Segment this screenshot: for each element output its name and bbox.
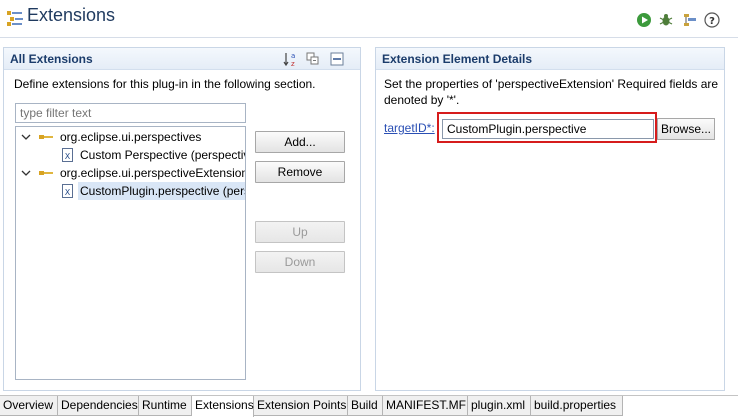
tab-dependencies[interactable]: Dependencies	[58, 396, 139, 416]
editor-tabs: Overview Dependencies Runtime Extensions…	[0, 395, 738, 420]
collapse-icon[interactable]	[305, 51, 321, 67]
details-description-line2: denoted by '*'.	[384, 93, 460, 107]
section-title: All Extensions	[10, 52, 93, 66]
header-divider	[0, 37, 738, 38]
svg-text:a: a	[291, 52, 295, 60]
extension-element-details-section: Extension Element Details Set the proper…	[375, 47, 725, 391]
help-icon[interactable]: ?	[704, 12, 720, 28]
extension-point-icon	[39, 171, 53, 175]
tab-extensions[interactable]: Extensions	[192, 396, 254, 417]
browse-button[interactable]: Browse...	[657, 118, 715, 140]
run-icon[interactable]	[636, 12, 652, 28]
tree-item-perspectives[interactable]: org.eclipse.ui.perspectives	[16, 128, 245, 146]
details-description-line1: Set the properties of 'perspectiveExtens…	[384, 77, 719, 91]
tab-overview[interactable]: Overview	[0, 396, 58, 416]
minimize-icon[interactable]	[330, 52, 344, 66]
export-icon[interactable]	[682, 12, 698, 28]
extensions-tree[interactable]: org.eclipse.ui.perspectives X Custom Per…	[15, 126, 246, 380]
sort-alphabetically-icon[interactable]: a z	[283, 51, 299, 67]
svg-text:X: X	[65, 188, 71, 197]
svg-text:X: X	[65, 152, 71, 161]
tree-item-label: org.eclipse.ui.perspectives	[60, 130, 202, 144]
target-id-link[interactable]: targetID*:	[384, 121, 435, 135]
tree-item-label: CustomPlugin.perspective (pers	[78, 182, 245, 200]
down-button[interactable]: Down	[255, 251, 345, 273]
tab-plugin-xml[interactable]: plugin.xml	[468, 396, 531, 416]
tab-manifest[interactable]: MANIFEST.MF	[383, 396, 468, 416]
all-extensions-header: All Extensions a z	[4, 48, 360, 70]
tree-item-perspective-extensions[interactable]: org.eclipse.ui.perspectiveExtensions	[16, 164, 245, 182]
element-icon: X	[62, 184, 73, 198]
page-title: Extensions	[27, 5, 116, 25]
tab-build[interactable]: Build	[348, 396, 383, 416]
tab-build-properties[interactable]: build.properties	[531, 396, 623, 416]
tree-item-label: org.eclipse.ui.perspectiveExtensions	[60, 166, 246, 180]
tree-item-customplugin-perspective[interactable]: X CustomPlugin.perspective (pers	[16, 182, 245, 200]
editor-header: Extensions ?	[0, 0, 738, 38]
remove-button[interactable]: Remove	[255, 161, 345, 183]
details-header: Extension Element Details	[376, 48, 724, 70]
chevron-down-icon[interactable]	[21, 132, 31, 142]
filter-input[interactable]	[15, 103, 246, 123]
debug-icon[interactable]	[658, 12, 674, 28]
up-button[interactable]: Up	[255, 221, 345, 243]
tree-item-custom-perspective[interactable]: X Custom Perspective (perspectiv	[16, 146, 245, 164]
svg-text:z: z	[291, 60, 295, 67]
chevron-down-icon[interactable]	[21, 168, 31, 178]
tree-item-label: Custom Perspective (perspectiv	[80, 148, 246, 162]
extensions-icon	[7, 11, 23, 26]
extension-point-icon	[39, 135, 53, 139]
tab-runtime[interactable]: Runtime	[139, 396, 192, 416]
add-button[interactable]: Add...	[255, 131, 345, 153]
tab-extension-points[interactable]: Extension Points	[254, 396, 348, 416]
target-id-input[interactable]	[442, 119, 654, 139]
section-title: Extension Element Details	[382, 52, 533, 66]
element-icon: X	[62, 148, 73, 162]
svg-text:?: ?	[709, 16, 715, 27]
section-description: Define extensions for this plug-in in th…	[14, 77, 316, 91]
